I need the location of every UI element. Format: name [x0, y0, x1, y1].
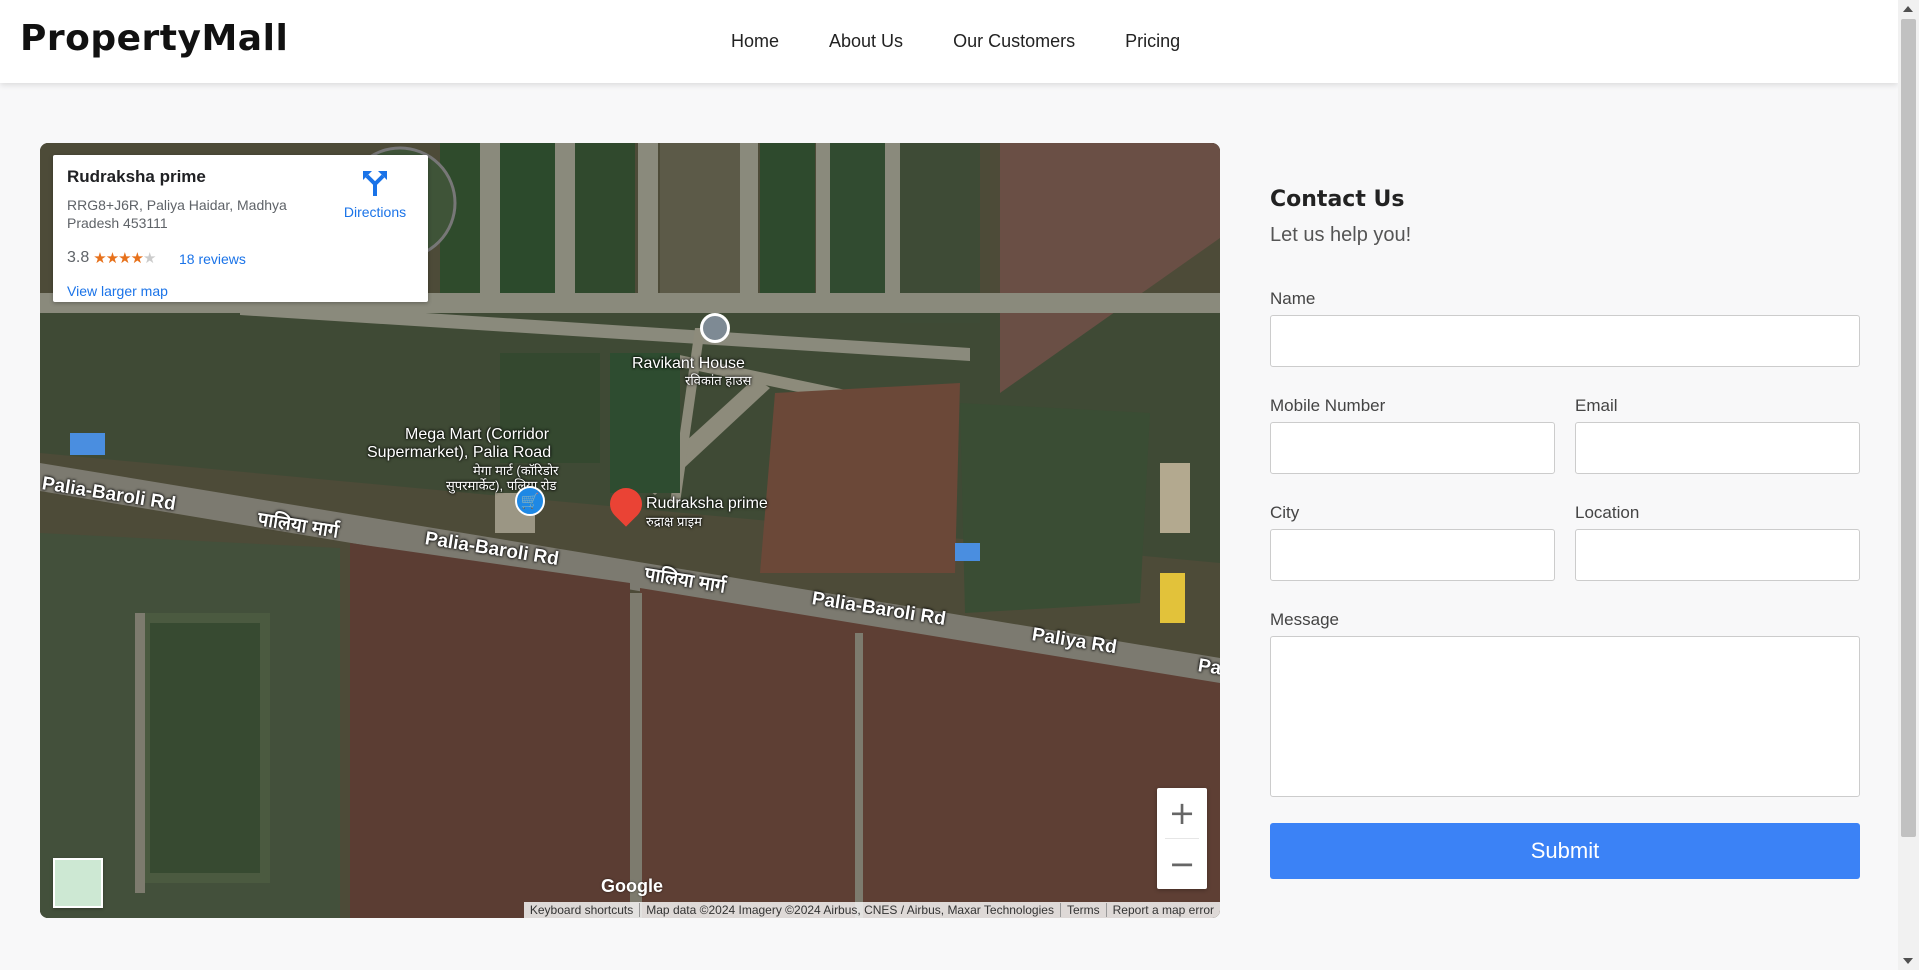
contact-title: Contact Us — [1270, 187, 1405, 212]
zoom-controls: + − — [1157, 788, 1207, 889]
top-navbar: PropertyMall Home About Us Our Customers… — [0, 0, 1898, 83]
name-input[interactable] — [1270, 315, 1860, 367]
rating-stars-icon: ★★★★★ — [93, 250, 156, 267]
site-logo[interactable]: PropertyMall — [20, 18, 288, 59]
place-name: Rudraksha prime — [67, 167, 206, 186]
poi-label-megamart-2[interactable]: Supermarket), Palia Road — [367, 444, 551, 462]
city-label: City — [1270, 503, 1300, 522]
map-info-card: Rudraksha prime RRG8+J6R, Paliya Haidar,… — [53, 155, 428, 302]
location-label: Location — [1575, 503, 1640, 522]
message-textarea[interactable] — [1270, 636, 1860, 797]
report-map-error-link[interactable]: Report a map error — [1105, 903, 1220, 917]
city-input[interactable] — [1270, 529, 1555, 581]
contact-subtitle: Let us help you! — [1270, 224, 1412, 246]
poi-label-ravikant-hi: रविकांत हाउस — [685, 373, 752, 388]
page-scrollbar[interactable] — [1898, 0, 1919, 970]
nav-our-customers[interactable]: Our Customers — [953, 31, 1075, 52]
name-label: Name — [1270, 289, 1316, 308]
pin-label-hi: रुद्राक्ष प्राइम — [646, 514, 702, 529]
location-input[interactable] — [1575, 529, 1860, 581]
main-nav: Home About Us Our Customers Pricing — [731, 31, 1180, 52]
map-attribution-bar: Keyboard shortcuts Map data ©2024 Imager… — [523, 902, 1220, 918]
shopping-cart-icon[interactable]: 🛒 — [515, 486, 545, 516]
directions-button[interactable]: Directions — [335, 169, 415, 220]
google-logo: Google — [601, 876, 663, 896]
view-larger-map-link[interactable]: View larger map — [67, 283, 168, 299]
directions-label: Directions — [343, 204, 407, 220]
place-address: RRG8+J6R, Paliya Haidar, Madhya Pradesh … — [67, 197, 287, 231]
poi-label-megamart-1[interactable]: Mega Mart (Corridor — [405, 426, 549, 444]
contact-section: Contact Us Let us help you! — [1270, 187, 1860, 247]
zoom-in-button[interactable]: + — [1157, 788, 1207, 838]
reviews-link[interactable]: 18 reviews — [179, 251, 246, 267]
scroll-thumb[interactable] — [1901, 19, 1916, 837]
email-input[interactable] — [1575, 422, 1860, 474]
scroll-up-arrow-icon[interactable] — [1903, 6, 1913, 12]
zoom-out-button[interactable]: − — [1157, 839, 1207, 889]
map-data-credit: Map data ©2024 Imagery ©2024 Airbus, CNE… — [639, 903, 1060, 917]
scroll-down-arrow-icon[interactable] — [1903, 958, 1913, 964]
mobile-label: Mobile Number — [1270, 396, 1386, 415]
embedded-map[interactable]: Ravikant House रविकांत हाउस Mega Mart (C… — [40, 143, 1220, 918]
road-label-7: Pa — [1196, 655, 1220, 680]
rating-value: 3.8 — [67, 249, 90, 266]
terms-link[interactable]: Terms — [1059, 903, 1106, 917]
mobile-input[interactable] — [1270, 422, 1555, 474]
poi-marker-ravikant-icon[interactable] — [700, 313, 730, 343]
email-label: Email — [1575, 396, 1618, 415]
message-label: Message — [1270, 610, 1339, 629]
pin-label[interactable]: Rudraksha prime — [646, 495, 768, 513]
keyboard-shortcuts-link[interactable]: Keyboard shortcuts — [524, 903, 639, 917]
nav-pricing[interactable]: Pricing — [1125, 31, 1180, 52]
place-rating: 3.8 ★★★★★ — [67, 249, 157, 267]
nav-home[interactable]: Home — [731, 31, 779, 52]
directions-icon — [363, 171, 387, 196]
submit-button[interactable]: Submit — [1270, 823, 1860, 879]
nav-about-us[interactable]: About Us — [829, 31, 903, 52]
map-type-toggle[interactable] — [53, 858, 103, 908]
